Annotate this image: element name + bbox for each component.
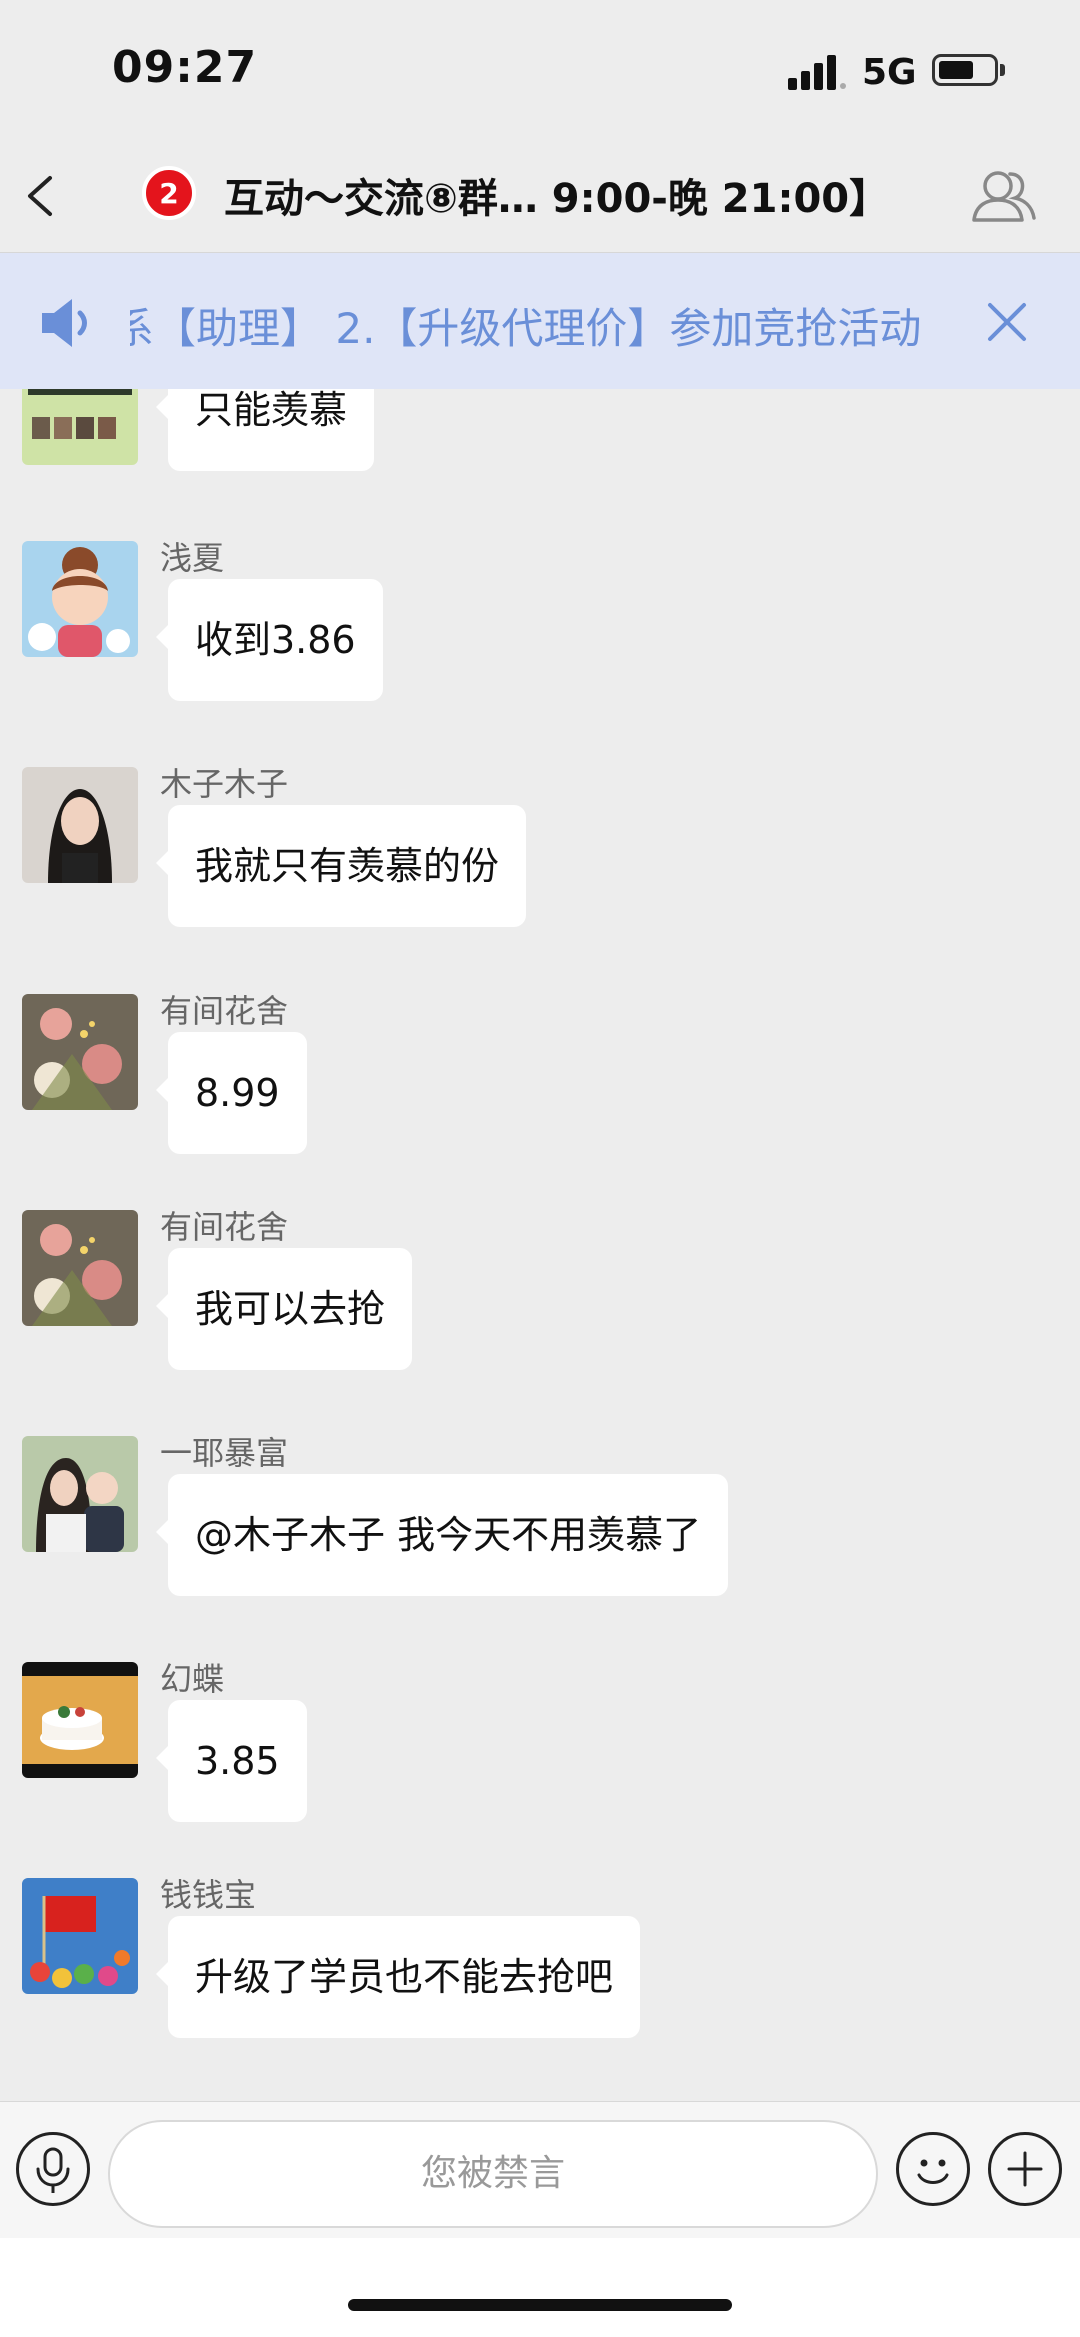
message-bubble[interactable]: 我可以去抢	[155, 1248, 413, 1370]
microphone-icon	[36, 2147, 70, 2193]
sender-name: 浅夏	[160, 539, 225, 577]
announcement-text-clip: 联系【助理】 2.【升级代理价】参加竞抢活动	[130, 253, 940, 389]
nav-bar: 2 互动～交流⑧群… 9:00-晚 21:00】	[0, 140, 1080, 253]
group-title[interactable]: 互动～交流⑧群… 9:00-晚 21:00】	[224, 166, 889, 224]
avatar[interactable]	[22, 767, 138, 883]
sender-name: 一耶暴富	[160, 1434, 289, 1472]
sender-name: 钱钱宝	[160, 1876, 257, 1914]
home-indicator[interactable]	[348, 2299, 732, 2311]
group-members-icon[interactable]	[968, 160, 1040, 232]
plus-icon	[1007, 2151, 1043, 2187]
chat-list[interactable]: 只能羡慕 浅夏 收到3.86 木子木子 我就只有羡慕的份 有间花舍 8.99 有…	[0, 389, 1080, 2101]
status-bar: 09:27 5G	[0, 0, 1080, 140]
announcement-text: 联系【助理】 2.【升级代理价】参加竞抢活动	[130, 304, 922, 353]
voice-button[interactable]	[16, 2132, 90, 2206]
message-bubble[interactable]: 8.99	[156, 1032, 307, 1154]
avatar[interactable]	[22, 541, 138, 657]
sender-name: 有间花舍	[160, 992, 289, 1030]
close-icon[interactable]	[982, 297, 1032, 347]
battery-icon	[932, 54, 998, 86]
sender-name: 木子木子	[160, 765, 289, 803]
avatar[interactable]	[22, 1436, 138, 1552]
announcement-banner[interactable]: 联系【助理】 2.【升级代理价】参加竞抢活动	[0, 253, 1080, 389]
message-bubble[interactable]: 收到3.86	[156, 579, 383, 701]
avatar[interactable]	[22, 389, 138, 465]
sender-name: 有间花舍	[160, 1208, 289, 1246]
avatar[interactable]	[22, 994, 138, 1110]
emoji-button[interactable]	[896, 2132, 970, 2206]
speaker-icon	[42, 299, 87, 347]
cellular-signal-icon	[788, 55, 846, 90]
message-bubble[interactable]: @木子木子 我今天不用羡慕了	[155, 1474, 729, 1596]
message-input[interactable]: 您被禁言	[108, 2120, 878, 2228]
network-type: 5G	[862, 52, 917, 93]
input-bar: 您被禁言	[0, 2101, 1080, 2238]
avatar[interactable]	[22, 1210, 138, 1326]
sender-name: 幻蝶	[160, 1660, 225, 1698]
message-bubble[interactable]: 只能羡慕	[155, 389, 375, 471]
emoji-icon	[917, 2159, 949, 2184]
status-time: 09:27	[112, 42, 258, 93]
battery-tip	[1000, 64, 1005, 76]
avatar[interactable]	[22, 1878, 138, 1994]
message-bubble[interactable]: 升级了学员也不能去抢吧	[155, 1916, 641, 2038]
avatar[interactable]	[22, 1662, 138, 1778]
home-indicator-area	[0, 2238, 1080, 2337]
message-bubble[interactable]: 3.85	[156, 1700, 307, 1822]
more-button[interactable]	[988, 2132, 1062, 2206]
message-bubble[interactable]: 我就只有羡慕的份	[155, 805, 527, 927]
unread-badge: 2	[142, 166, 196, 220]
chevron-left-icon[interactable]	[14, 164, 70, 228]
